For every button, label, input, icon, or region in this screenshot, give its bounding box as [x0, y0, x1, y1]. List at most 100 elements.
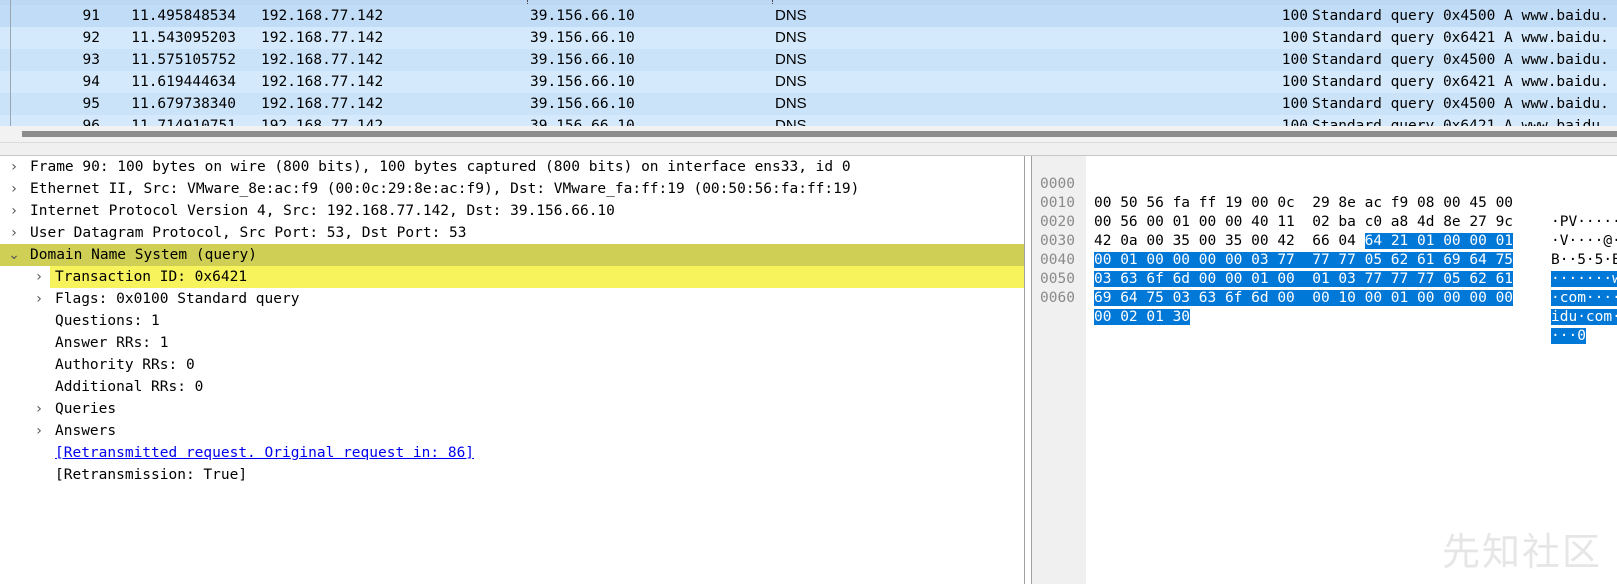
list-left-border	[10, 0, 11, 126]
packet-length: 100	[1281, 52, 1308, 68]
packet-time: 11.619444634	[131, 74, 236, 90]
chevron-right-icon[interactable]: ›	[32, 266, 46, 288]
tree-item-label: Answers	[55, 423, 117, 439]
packet-time: 11.495848534	[131, 8, 236, 24]
hex-ascii[interactable]: ·com····	[1551, 289, 1617, 308]
tree-item-authority-rrs[interactable]: Authority RRs: 0	[0, 354, 1024, 376]
packet-source: 192.168.77.142	[261, 8, 384, 24]
tree-item-ethernet[interactable]: › Ethernet II, Src: VMware_8e:ac:f9 (00:…	[0, 178, 1024, 200]
packet-protocol: DNS	[775, 117, 807, 126]
packet-length: 100	[1281, 74, 1308, 90]
packet-number: 96	[82, 118, 100, 126]
packet-protocol: DNS	[775, 95, 807, 112]
chevron-right-icon[interactable]: ›	[7, 222, 21, 244]
watermark-logo: 先知社区	[1441, 530, 1602, 574]
packet-length: 100	[1281, 30, 1308, 46]
tree-item-retransmission[interactable]: [Retransmission: True]	[0, 464, 1024, 486]
hex-row[interactable]: 0050 69 64 75 03 63 6f 6d 00 00 10 00 01…	[1032, 251, 1617, 325]
chevron-right-icon[interactable]: ›	[7, 200, 21, 222]
packet-list[interactable]: 91 11.495848534 192.168.77.142 39.156.66…	[0, 0, 1617, 126]
packet-source: 192.168.77.142	[261, 96, 384, 112]
chevron-right-icon[interactable]: ›	[32, 420, 46, 442]
packet-info: Standard query 0x6421 A www.baidu.	[1312, 74, 1609, 90]
packet-source: 192.168.77.142	[261, 30, 384, 46]
packet-destination: 39.156.66.10	[530, 96, 635, 112]
tree-item-label: Queries	[55, 401, 117, 417]
hex-row[interactable]: 0010 00 56 00 01 00 00 40 11 02 ba c0 a8…	[1032, 175, 1617, 249]
packet-source: 192.168.77.142	[261, 118, 384, 126]
packet-info: Standard query 0x6421 A www.baidu.	[1312, 30, 1609, 46]
hex-offset: 0060	[1040, 290, 1075, 306]
packet-bytes-pane[interactable]: 0000 00 50 56 fa ff 19 00 0c 29 8e ac f9…	[1031, 156, 1617, 584]
tree-item-answer-rrs[interactable]: Answer RRs: 1	[0, 332, 1024, 354]
packet-row[interactable]: 94 11.619444634 192.168.77.142 39.156.66…	[0, 71, 1617, 93]
hex-row[interactable]: 0000 00 50 56 fa ff 19 00 0c 29 8e ac f9…	[1032, 156, 1617, 230]
hex-ascii[interactable]: idu·com·	[1551, 308, 1617, 327]
tree-item-label: Answer RRs: 1	[55, 335, 169, 351]
packet-length: 100	[1281, 118, 1308, 126]
packet-destination: 39.156.66.10	[530, 52, 635, 68]
tree-item-label: Domain Name System (query)	[30, 247, 257, 263]
packet-row[interactable]: 91 11.495848534 192.168.77.142 39.156.66…	[0, 5, 1617, 27]
packet-time: 11.575105752	[131, 52, 236, 68]
tree-item-questions[interactable]: Questions: 1	[0, 310, 1024, 332]
tree-item-answers[interactable]: › Answers	[0, 420, 1024, 442]
chevron-down-icon[interactable]: ⌄	[7, 244, 21, 266]
tree-item-udp[interactable]: › User Datagram Protocol, Src Port: 53, …	[0, 222, 1024, 244]
hex-row[interactable]: 0030 00 01 00 00 00 00 03 77 77 77 05 62…	[1032, 213, 1617, 287]
hex-ascii[interactable]: ···0	[1551, 327, 1586, 346]
packet-details-tree[interactable]: › Frame 90: 100 bytes on wire (800 bits)…	[0, 156, 1025, 584]
tree-item-additional-rrs[interactable]: Additional RRs: 0	[0, 376, 1024, 398]
packet-protocol: DNS	[775, 51, 807, 68]
packet-row[interactable]: 96 11.714910751 192.168.77.142 39.156.66…	[0, 115, 1617, 126]
packet-number: 93	[82, 52, 100, 68]
hex-row[interactable]: 0020 42 0a 00 35 00 35 00 42 66 04 64 21…	[1032, 194, 1617, 268]
packet-number: 91	[82, 8, 100, 24]
packet-length: 100	[1281, 8, 1308, 24]
tree-item-label: Transaction ID: 0x6421	[55, 269, 248, 285]
packet-destination: 39.156.66.10	[530, 118, 635, 126]
packet-row[interactable]: 92 11.543095203 192.168.77.142 39.156.66…	[0, 27, 1617, 49]
tree-item-label: [Retransmission: True]	[55, 467, 248, 483]
packet-row[interactable]: 93 11.575105752 192.168.77.142 39.156.66…	[0, 49, 1617, 71]
ascii-selected: ·com····	[1551, 290, 1617, 306]
hex-bytes[interactable]: 69 64 75 03 63 6f 6d 00 00 10 00 01 00 0…	[1094, 289, 1514, 308]
packet-destination: 39.156.66.10	[530, 74, 635, 90]
packet-source: 192.168.77.142	[261, 52, 384, 68]
scrollbar-thumb[interactable]	[22, 131, 1617, 137]
hex-bytes[interactable]: 00 02 01 30	[1094, 308, 1191, 327]
retransmitted-request-link[interactable]: [Retransmitted request. Original request…	[55, 442, 474, 464]
packet-number: 92	[82, 30, 100, 46]
tree-item-queries[interactable]: › Queries	[0, 398, 1024, 420]
chevron-right-icon[interactable]: ›	[7, 156, 21, 178]
packet-protocol: DNS	[775, 29, 807, 46]
tree-item-flags[interactable]: › Flags: 0x0100 Standard query	[0, 288, 1024, 310]
packet-source: 192.168.77.142	[261, 74, 384, 90]
chevron-right-icon[interactable]: ›	[32, 288, 46, 310]
tree-item-transaction-id[interactable]: › Transaction ID: 0x6421	[0, 266, 1024, 288]
tree-item-label: Questions: 1	[55, 313, 160, 329]
ascii-selected: idu·com·	[1551, 309, 1617, 325]
tree-item-label: Additional RRs: 0	[55, 379, 204, 395]
packet-protocol: DNS	[775, 73, 807, 90]
hex-row[interactable]: 0060 00 02 01 30 ···0	[1032, 270, 1617, 344]
pane-splitter[interactable]	[0, 142, 1617, 156]
packet-info: Standard query 0x6421 A www.baidu.	[1312, 118, 1609, 126]
tree-item-ip[interactable]: › Internet Protocol Version 4, Src: 192.…	[0, 200, 1024, 222]
hex-row[interactable]: 0040 03 63 6f 6d 00 00 01 00 01 03 77 77…	[1032, 232, 1617, 306]
horizontal-scrollbar[interactable]	[0, 126, 1617, 142]
packet-info: Standard query 0x4500 A www.baidu.	[1312, 8, 1609, 24]
packet-info: Standard query 0x4500 A www.baidu.	[1312, 96, 1609, 112]
chevron-right-icon[interactable]: ›	[7, 178, 21, 200]
packet-time: 11.543095203	[131, 30, 236, 46]
packet-time: 11.714910751	[131, 118, 236, 126]
tree-item-dns[interactable]: ⌄ Domain Name System (query)	[0, 244, 1024, 266]
tree-item-retransmitted-request[interactable]: [Retransmitted request. Original request…	[0, 442, 1024, 464]
tree-item-frame[interactable]: › Frame 90: 100 bytes on wire (800 bits)…	[0, 156, 1024, 178]
packet-info: Standard query 0x4500 A www.baidu.	[1312, 52, 1609, 68]
packet-row[interactable]: 95 11.679738340 192.168.77.142 39.156.66…	[0, 93, 1617, 115]
tree-item-label: Flags: 0x0100 Standard query	[55, 291, 300, 307]
packet-destination: 39.156.66.10	[530, 30, 635, 46]
tree-item-label: Ethernet II, Src: VMware_8e:ac:f9 (00:0c…	[30, 181, 860, 197]
chevron-right-icon[interactable]: ›	[32, 398, 46, 420]
